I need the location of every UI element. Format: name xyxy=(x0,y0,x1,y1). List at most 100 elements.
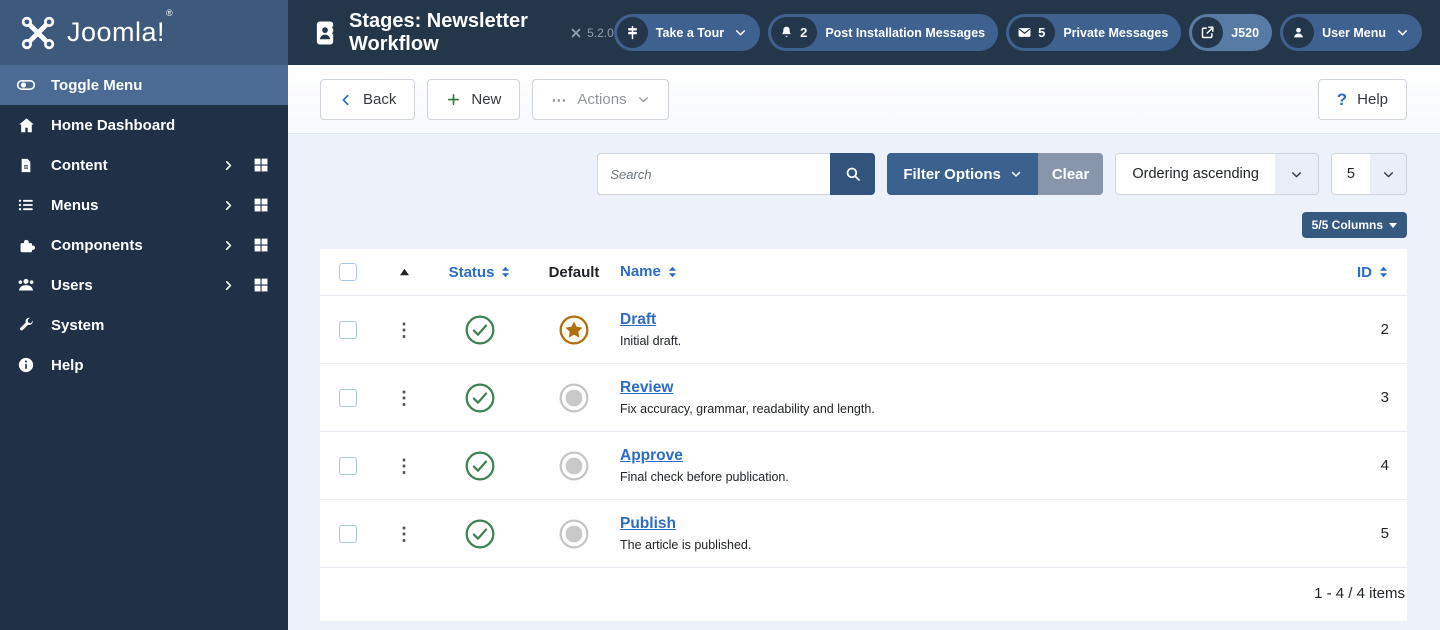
bell-icon xyxy=(779,25,794,40)
filter-bar: Filter Options Clear Ordering ascending xyxy=(320,153,1407,195)
document-icon xyxy=(16,156,36,175)
stage-description: Final check before publication. xyxy=(620,470,789,484)
brand-text: Joomla!® xyxy=(67,8,174,47)
toolbar: Back New ⋯ Actions ? Help xyxy=(288,65,1440,134)
sidebar-item-components[interactable]: Components xyxy=(0,225,288,265)
table-row: ⋮ xyxy=(320,295,1407,363)
actions-button[interactable]: ⋯ Actions xyxy=(532,79,669,120)
stage-id: 2 xyxy=(1380,321,1389,338)
user-icon xyxy=(1283,17,1315,48)
limit-select[interactable]: 5 xyxy=(1330,153,1407,195)
back-button[interactable]: Back xyxy=(320,79,416,120)
grid-dashboard-icon[interactable] xyxy=(252,276,270,294)
chevron-down-icon xyxy=(1274,154,1318,194)
caret-down-icon xyxy=(1389,222,1397,228)
top-bar-main: Stages: Newsletter Workflow 5.2.0 Take a… xyxy=(288,0,1440,65)
stages-icon xyxy=(314,20,337,46)
grid-dashboard-icon[interactable] xyxy=(252,156,270,174)
sidebar-item-menus[interactable]: Menus xyxy=(0,185,288,225)
chevron-right-icon xyxy=(222,279,235,292)
grid-dashboard-icon[interactable] xyxy=(252,196,270,214)
default-unset-icon[interactable] xyxy=(558,518,590,550)
version-label: 5.2.0 xyxy=(570,26,614,40)
default-star-icon[interactable] xyxy=(558,314,590,346)
grid-dashboard-icon[interactable] xyxy=(252,236,270,254)
status-published-icon[interactable] xyxy=(464,450,496,482)
post-installation-messages-button[interactable]: 2 Post Installation Messages xyxy=(768,14,999,51)
filter-group: Filter Options Clear xyxy=(887,153,1104,195)
private-messages-button[interactable]: 5 Private Messages xyxy=(1006,14,1182,51)
status-published-icon[interactable] xyxy=(464,314,496,346)
ellipsis-icon: ⋯ xyxy=(551,91,568,109)
sort-by-status[interactable]: Status xyxy=(449,264,512,281)
chevron-down-icon xyxy=(1370,154,1406,194)
default-unset-icon[interactable] xyxy=(558,450,590,482)
sort-icon xyxy=(668,266,676,277)
sidebar: Toggle Menu Home Dashboard Content Menus… xyxy=(0,65,288,630)
search-icon xyxy=(844,165,862,183)
row-checkbox[interactable] xyxy=(339,456,357,475)
default-column-header: Default xyxy=(548,263,600,281)
drag-handle-icon[interactable]: ⋮ xyxy=(395,321,413,339)
drag-handle-icon[interactable]: ⋮ xyxy=(395,389,413,407)
envelope-icon xyxy=(1017,25,1032,40)
columns-row: 5/5 Columns xyxy=(320,212,1407,238)
filter-options-button[interactable]: Filter Options xyxy=(887,153,1038,195)
info-circle-icon xyxy=(16,356,36,374)
content-area: Filter Options Clear Ordering ascending xyxy=(288,134,1440,630)
list-icon xyxy=(16,196,36,214)
help-button[interactable]: ? Help xyxy=(1317,79,1407,120)
stages-table: Status Default Name ID ⋮ Draft Initial d… xyxy=(320,249,1407,621)
search-input[interactable] xyxy=(597,153,831,195)
status-published-icon[interactable] xyxy=(464,518,496,550)
sidebar-item-users[interactable]: Users xyxy=(0,265,288,305)
chevron-down-icon xyxy=(1010,168,1022,180)
table-header-row: Status Default Name ID xyxy=(320,249,1407,295)
clear-button[interactable]: Clear xyxy=(1037,153,1104,195)
ordering-select[interactable]: Ordering ascending xyxy=(1115,153,1319,195)
columns-toggle-button[interactable]: 5/5 Columns xyxy=(1301,212,1407,238)
row-checkbox[interactable] xyxy=(339,320,357,339)
user-menu-button[interactable]: User Menu xyxy=(1280,14,1422,51)
users-icon xyxy=(16,275,36,295)
table-row: ⋮ xyxy=(320,499,1407,567)
top-bar: Joomla!® Stages: Newsletter Workflow 5.2… xyxy=(0,0,1440,65)
sidebar-item-home-dashboard[interactable]: Home Dashboard xyxy=(0,105,288,145)
drag-handle-icon[interactable]: ⋮ xyxy=(395,457,413,475)
puzzle-icon xyxy=(16,236,36,255)
stage-id: 4 xyxy=(1380,457,1389,474)
row-checkbox[interactable] xyxy=(339,524,357,543)
table-row: ⋮ xyxy=(320,363,1407,431)
drag-handle-icon[interactable]: ⋮ xyxy=(395,525,413,543)
stage-name-link[interactable]: Review xyxy=(620,379,673,396)
home-icon xyxy=(16,116,36,135)
stage-name-link[interactable]: Publish xyxy=(620,515,676,532)
chevron-right-icon xyxy=(222,159,235,172)
sort-by-id[interactable]: ID xyxy=(1357,264,1389,281)
sidebar-item-help[interactable]: Help xyxy=(0,345,288,385)
sidebar-item-system[interactable]: System xyxy=(0,305,288,345)
table-row: ⋮ xyxy=(320,431,1407,499)
sidebar-item-content[interactable]: Content xyxy=(0,145,288,185)
external-link-icon xyxy=(1192,17,1224,48)
select-all-checkbox[interactable] xyxy=(339,263,357,281)
header-badges: Take a Tour 2 Post Installation Messages… xyxy=(613,14,1422,51)
sort-icon xyxy=(502,266,510,278)
status-published-icon[interactable] xyxy=(464,382,496,414)
chevron-left-icon xyxy=(339,93,353,107)
sort-by-name[interactable]: Name xyxy=(620,263,678,280)
new-button[interactable]: New xyxy=(427,79,521,120)
joomla-logo: Joomla!® xyxy=(0,0,288,65)
toggle-menu-button[interactable]: Toggle Menu xyxy=(0,65,288,105)
row-checkbox[interactable] xyxy=(339,388,357,407)
search-button[interactable] xyxy=(830,153,876,195)
plus-icon xyxy=(446,92,461,107)
chevron-down-icon xyxy=(637,93,650,106)
default-unset-icon[interactable] xyxy=(558,382,590,414)
stage-name-link[interactable]: Approve xyxy=(620,447,683,464)
take-a-tour-button[interactable]: Take a Tour xyxy=(613,14,761,51)
ordering-sorted-asc-icon[interactable] xyxy=(399,268,410,277)
stage-name-link[interactable]: Draft xyxy=(620,311,656,328)
stage-id: 3 xyxy=(1380,389,1389,406)
preview-site-button[interactable]: J520 xyxy=(1189,14,1273,51)
